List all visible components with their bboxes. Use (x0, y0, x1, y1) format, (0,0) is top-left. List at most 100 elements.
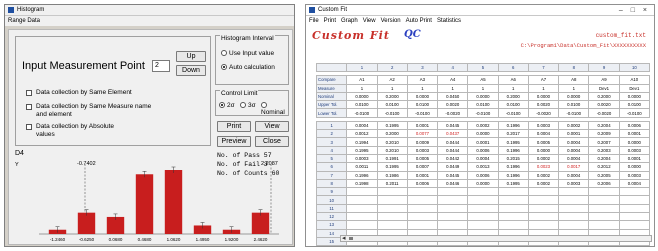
table-cell[interactable]: 0.2015 (497, 153, 529, 164)
table-cell[interactable]: 0.1995 (376, 162, 408, 172)
table-cell[interactable]: 0.2009 (588, 129, 620, 139)
table-cell[interactable] (437, 203, 469, 214)
table-cell[interactable]: 0.0003 (406, 145, 439, 155)
table-cell[interactable] (346, 203, 378, 214)
table-cell[interactable] (527, 187, 560, 197)
table-cell[interactable]: 0.0004 (346, 120, 378, 131)
menu-statistics[interactable]: Statistics (437, 18, 461, 24)
radio-icon[interactable] (221, 50, 227, 57)
radio-icon[interactable] (219, 102, 225, 109)
table-cell[interactable] (497, 245, 529, 246)
table-cell[interactable]: 0.0004 (558, 145, 590, 155)
table-cell[interactable]: 0.0003 (527, 120, 560, 131)
table-cell[interactable]: 0.0007 (406, 162, 439, 172)
table-cell[interactable]: 1 (376, 83, 408, 93)
table-cell[interactable]: 0.0000 (467, 178, 499, 189)
table-cell[interactable]: 0.1996 (497, 120, 529, 131)
preview-button[interactable]: Preview (217, 136, 251, 147)
table-cell[interactable]: Dev1 (588, 83, 620, 93)
table-cell[interactable]: A9 (588, 75, 620, 85)
table-cell[interactable]: A6 (497, 75, 529, 85)
table-cell[interactable] (558, 195, 590, 205)
table-cell[interactable]: -0.0020 (588, 108, 620, 118)
table-cell[interactable] (406, 220, 439, 230)
table-cell[interactable] (618, 220, 651, 230)
table-cell[interactable]: 0.0005 (406, 153, 439, 164)
table-cell[interactable] (618, 212, 651, 222)
table-cell[interactable] (467, 187, 499, 197)
table-cell[interactable]: 0.0009 (406, 137, 439, 147)
table-cell[interactable]: 0.0013 (467, 162, 499, 172)
table-cell[interactable] (497, 220, 529, 230)
menu-auto-print[interactable]: Auto Print (406, 18, 432, 24)
table-cell[interactable]: 0.0004 (558, 137, 590, 147)
table-cell[interactable] (376, 195, 408, 205)
table-cell[interactable] (467, 203, 499, 214)
table-cell[interactable]: 0.2007 (588, 137, 620, 147)
table-cell[interactable]: -0.0100 (558, 108, 590, 118)
table-cell[interactable] (588, 220, 620, 230)
table-cell[interactable] (376, 187, 408, 197)
horizontal-scrollbar[interactable]: ◂ (340, 235, 652, 242)
table-cell[interactable]: 0.0445 (437, 120, 469, 131)
table-cell[interactable]: 0.0100 (346, 100, 378, 110)
table-cell[interactable]: 0.0006 (618, 120, 651, 131)
checkbox-icon[interactable] (26, 104, 32, 110)
table-cell[interactable] (558, 245, 590, 246)
table-cell[interactable]: 0.0006 (467, 170, 499, 180)
table-cell[interactable] (588, 212, 620, 222)
table-cell[interactable] (376, 203, 408, 214)
table-cell[interactable]: 0.0001 (406, 120, 439, 131)
option-same-element[interactable]: Data collection by Same Element (26, 89, 186, 97)
print-button[interactable]: Print (217, 121, 251, 132)
table-cell[interactable]: 0.0002 (527, 153, 560, 164)
table-cell[interactable] (376, 245, 408, 246)
table-cell[interactable] (558, 212, 590, 222)
table-cell[interactable] (497, 187, 529, 197)
table-cell[interactable] (527, 220, 560, 230)
option-same-measure[interactable]: Data collection by Same Measure name and… (26, 103, 161, 119)
table-cell[interactable] (406, 245, 439, 246)
table-cell[interactable]: 0.0000 (346, 91, 378, 102)
table-cell[interactable]: 0.2000 (497, 91, 529, 102)
table-cell[interactable]: 0.2000 (376, 129, 408, 139)
table-cell[interactable]: 0.0000 (618, 91, 651, 102)
table-cell[interactable]: 0.0444 (437, 137, 469, 147)
table-cell[interactable]: 0.0002 (527, 178, 560, 189)
table-cell[interactable]: 0.0004 (558, 153, 590, 164)
table-cell[interactable] (527, 212, 560, 222)
table-cell[interactable]: 0.0023 (527, 162, 560, 172)
menu-graph[interactable]: Graph (341, 18, 358, 24)
table-cell[interactable]: 0.0100 (497, 100, 529, 110)
table-cell[interactable] (437, 220, 469, 230)
table-cell[interactable]: 0.0020 (437, 100, 469, 110)
table-cell[interactable]: 0.1996 (497, 162, 529, 172)
table-cell[interactable]: 0.0002 (558, 120, 590, 131)
table-cell[interactable]: 0.2005 (588, 170, 620, 180)
table-cell[interactable]: 0.0100 (406, 100, 439, 110)
table-cell[interactable]: 1 (437, 83, 469, 93)
table-cell[interactable]: 0.0000 (406, 91, 439, 102)
table-cell[interactable] (406, 187, 439, 197)
menu-file[interactable]: File (309, 18, 319, 24)
table-cell[interactable]: 0.0020 (527, 100, 560, 110)
table-cell[interactable]: 1 (497, 83, 529, 93)
checkbox-icon[interactable] (26, 90, 32, 96)
menu-view[interactable]: View (363, 18, 376, 24)
table-cell[interactable]: 0.1996 (346, 170, 378, 180)
table-cell[interactable]: 0.1991 (376, 153, 408, 164)
table-cell[interactable]: 0.1995 (497, 137, 529, 147)
table-cell[interactable] (558, 203, 590, 214)
table-cell[interactable] (376, 212, 408, 222)
table-cell[interactable] (346, 245, 378, 246)
down-button[interactable]: Down (176, 65, 206, 76)
table-cell[interactable]: A4 (437, 75, 469, 85)
table-cell[interactable] (497, 212, 529, 222)
table-cell[interactable]: -0.0100 (346, 108, 378, 118)
table-cell[interactable]: 0.0442 (437, 153, 469, 164)
radio-icon[interactable] (261, 102, 267, 109)
table-cell[interactable]: 0.0006 (406, 178, 439, 189)
up-button[interactable]: Up (176, 51, 206, 62)
table-cell[interactable] (406, 212, 439, 222)
table-cell[interactable] (467, 195, 499, 205)
